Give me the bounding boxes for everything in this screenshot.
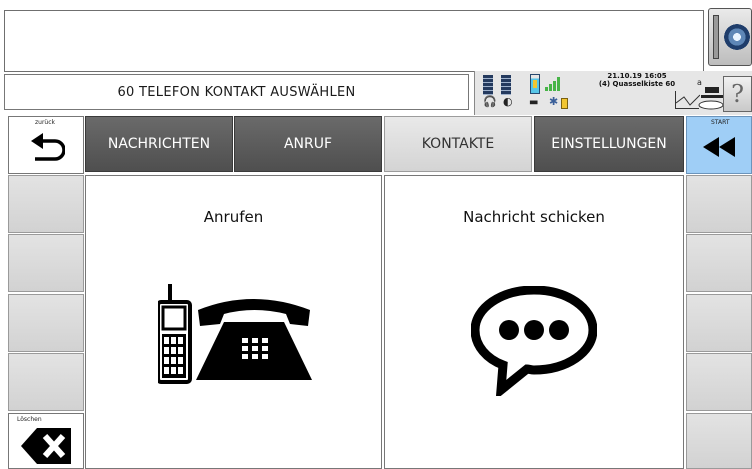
tab-label: KONTAKTE [421, 136, 495, 152]
bluetooth-icon: ✱ [549, 95, 559, 108]
side-button-left-2[interactable] [8, 234, 84, 292]
side-button-left-4[interactable] [8, 353, 84, 411]
tab-nachrichten[interactable]: NACHRICHTEN [85, 116, 233, 172]
card-anrufen[interactable]: Anrufen [85, 175, 382, 469]
plug-icon: ▬ [529, 97, 539, 108]
volume-meter-right-icon [501, 75, 511, 95]
help-button[interactable]: ? [723, 76, 752, 112]
tab-label: ANRUF [283, 136, 333, 152]
mic-icon: ◐ [503, 95, 513, 108]
charge-icon [561, 98, 568, 109]
tab-anruf[interactable]: ANRUF [234, 116, 382, 172]
tab-label: NACHRICHTEN [107, 136, 211, 152]
start-label: START [711, 119, 730, 126]
keyboard-icon: a [695, 77, 725, 110]
headphone-icon: 🎧 [483, 95, 497, 108]
tab-einstellungen[interactable]: EINSTELLUNGEN [534, 116, 684, 172]
side-button-left-3[interactable] [8, 294, 84, 352]
card-title: Nachricht schicken [463, 208, 605, 226]
volume-meter-left-icon [483, 75, 493, 95]
system-button[interactable] [708, 8, 752, 66]
back-arrow-icon [31, 133, 65, 161]
back-label: zurück [35, 119, 55, 126]
battery-icon [530, 74, 540, 94]
backspace-icon [21, 428, 71, 464]
message-text-area[interactable] [4, 10, 704, 72]
svg-text:a: a [697, 78, 702, 87]
side-button-right-5[interactable] [686, 413, 752, 469]
help-icon: ? [731, 80, 744, 108]
side-button-left-1[interactable] [8, 175, 84, 233]
side-button-right-2[interactable] [686, 234, 752, 292]
status-panel: 🎧 ◐ ▬ ✱ 21.10.19 16:05 (4) Quasselkiste … [474, 71, 752, 115]
rewind-icon [703, 137, 735, 157]
phone-icon [158, 284, 312, 384]
side-button-right-3[interactable] [686, 294, 752, 352]
gear-icon [723, 21, 751, 53]
card-nachricht-schicken[interactable]: Nachricht schicken [384, 175, 684, 469]
delete-label: Löschen [17, 416, 42, 423]
speech-bubble-icon [471, 286, 597, 396]
delete-button[interactable]: Löschen [8, 413, 84, 469]
scroll-bar [713, 15, 719, 59]
card-title: Anrufen [203, 208, 264, 226]
tab-label: EINSTELLUNGEN [551, 136, 667, 152]
signal-icon [545, 77, 561, 91]
tab-kontakte[interactable]: KONTAKTE [384, 116, 532, 172]
side-button-right-4[interactable] [686, 353, 752, 411]
side-button-right-1[interactable] [686, 175, 752, 233]
status-line: 60 TELEFON KONTAKT AUSWÄHLEN [4, 74, 469, 110]
profile-name: (4) Quasselkiste 60 [598, 80, 676, 88]
status-text: 60 TELEFON KONTAKT AUSWÄHLEN [117, 84, 356, 100]
datetime: 21.10.19 16:05 [607, 72, 667, 80]
back-button[interactable]: zurück [8, 116, 84, 174]
start-button[interactable]: START [686, 116, 752, 174]
